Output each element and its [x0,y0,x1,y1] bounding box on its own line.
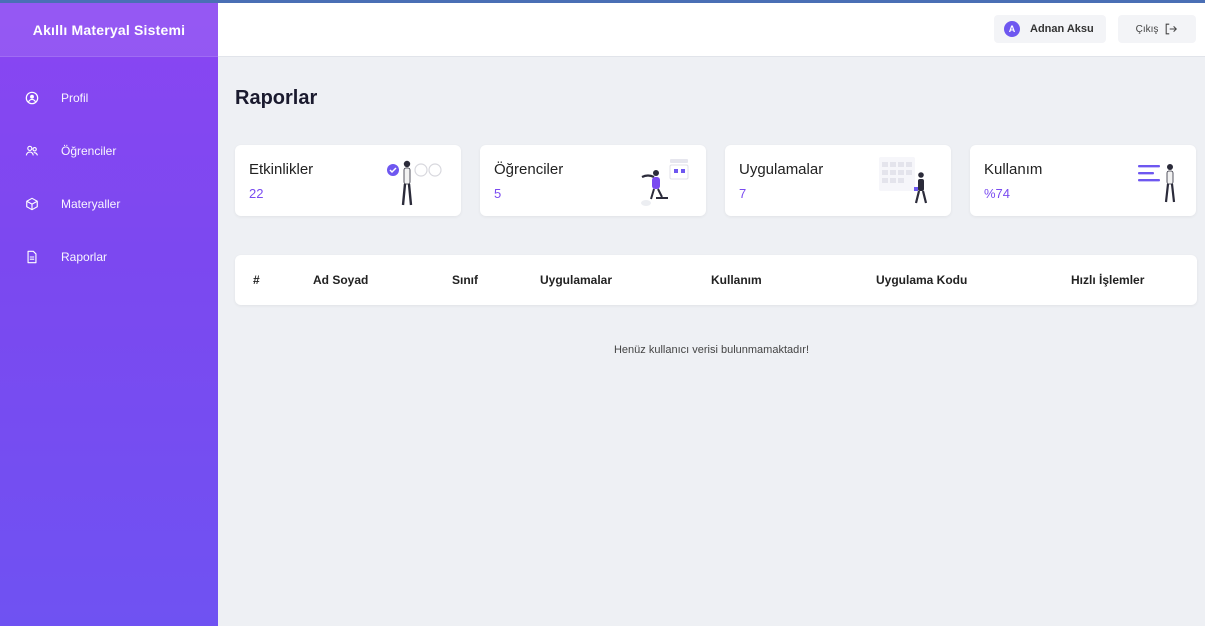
main-content: Raporlar Etkinlikler 22 Öğrenciler 5 Uyg… [218,57,1205,626]
logout-button[interactable]: Çıkış [1118,15,1196,43]
column-header-applications[interactable]: Uygulamalar [540,273,612,287]
reports-table-header: # Ad Soyad Sınıf Uygulamalar Kullanım Uy… [235,255,1197,305]
stat-card-value: 5 [494,186,502,201]
sidebar-item-label: Profil [61,90,89,105]
column-header-index[interactable]: # [253,273,260,287]
column-header-name[interactable]: Ad Soyad [313,273,368,287]
user-circle-icon [25,91,39,105]
stat-card-kullanim[interactable]: Kullanım %74 [970,145,1196,216]
top-header: A Adnan Aksu Çıkış [218,3,1205,57]
sidebar-item-label: Materyaller [61,196,121,211]
user-name: Adnan Aksu [1030,23,1094,35]
sidebar-item-materyaller[interactable]: Materyaller [0,177,218,230]
cube-icon [25,197,39,211]
person-checklist-illustration [387,160,442,206]
stat-card-title: Etkinlikler [249,161,314,178]
sidebar: Akıllı Materyal Sistemi Profil Öğrencile… [0,3,218,626]
page-title: Raporlar [235,87,318,109]
logout-icon [1166,23,1178,35]
stat-card-value: %74 [984,186,1011,201]
stat-card-etkinlikler[interactable]: Etkinlikler 22 [235,145,461,216]
app-title[interactable]: Akıllı Materyal Sistemi [0,3,218,57]
list-person-illustration [1138,164,1176,203]
stat-card-value: 7 [739,186,747,201]
empty-state-message: Henüz kullanıcı verisi bulunmamaktadır! [613,344,810,356]
stat-card-uygulamalar[interactable]: Uygulamalar 7 [725,145,951,216]
sidebar-item-label: Raporlar [61,249,108,264]
stat-card-value: 22 [249,186,264,201]
stat-card-title: Öğrenciler [494,161,564,178]
sidebar-item-ogrenciler[interactable]: Öğrenciler [0,124,218,177]
stat-card-ogrenciler[interactable]: Öğrenciler 5 [480,145,706,216]
sidebar-item-profil[interactable]: Profil [0,71,218,124]
sidebar-item-label: Öğrenciler [61,143,117,158]
column-header-class[interactable]: Sınıf [452,273,478,287]
avatar: A [1004,21,1020,37]
column-header-usage[interactable]: Kullanım [711,273,762,287]
column-header-app-code[interactable]: Uygulama Kodu [876,273,967,287]
sidebar-item-raporlar[interactable]: Raporlar [0,230,218,283]
users-icon [25,144,39,158]
document-icon [25,250,39,264]
sidebar-nav: Profil Öğrenciler Materyaller Raporlar [0,57,218,283]
user-menu-button[interactable]: A Adnan Aksu [994,15,1106,43]
student-chair-illustration [641,159,689,206]
stat-card-title: Uygulamalar [739,161,824,178]
calendar-person-illustration [879,157,928,204]
stat-card-title: Kullanım [984,161,1043,178]
logout-label: Çıkış [1135,23,1159,35]
app-window: Akıllı Materyal Sistemi Profil Öğrencile… [0,0,1205,626]
column-header-quick-actions[interactable]: Hızlı İşlemler [1071,273,1144,287]
